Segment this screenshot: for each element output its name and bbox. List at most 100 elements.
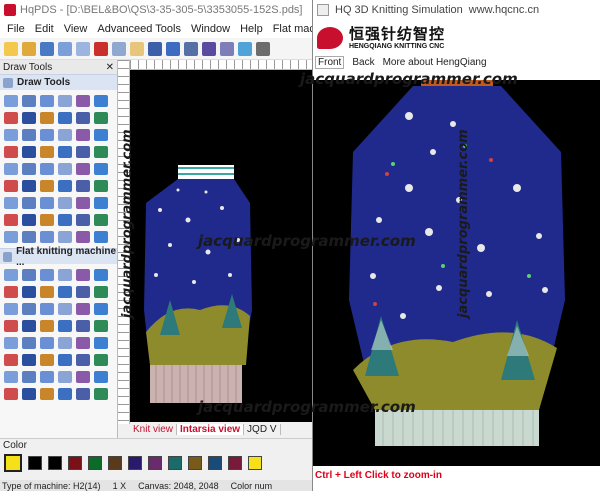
tool-button-icon[interactable] bbox=[76, 337, 90, 349]
tool-button-icon[interactable] bbox=[22, 163, 36, 175]
tool-button-icon[interactable] bbox=[76, 269, 90, 281]
tool-button-icon[interactable] bbox=[58, 197, 72, 209]
tool-button-icon[interactable] bbox=[4, 180, 18, 192]
color-swatch[interactable] bbox=[248, 456, 262, 470]
tool-button-icon[interactable] bbox=[22, 146, 36, 158]
tool-button-icon[interactable] bbox=[40, 231, 54, 243]
tool-button-icon[interactable] bbox=[76, 320, 90, 332]
tool-button-icon[interactable] bbox=[76, 303, 90, 315]
target-icon[interactable] bbox=[220, 41, 234, 56]
tool-button-icon[interactable] bbox=[22, 129, 36, 141]
tool-button-icon[interactable] bbox=[76, 197, 90, 209]
color-swatch[interactable] bbox=[68, 456, 82, 470]
flat-knitting-section-header[interactable]: Flat knitting machine ... bbox=[0, 246, 117, 268]
snowflake-icon[interactable] bbox=[238, 41, 252, 56]
tool-button-icon[interactable] bbox=[58, 286, 72, 298]
menu-window[interactable]: Window bbox=[186, 23, 235, 35]
tool-button-icon[interactable] bbox=[58, 269, 72, 281]
tool-button-icon[interactable] bbox=[94, 214, 108, 226]
tool-button-icon[interactable] bbox=[94, 269, 108, 281]
color-swatch[interactable] bbox=[48, 456, 62, 470]
tool-button-icon[interactable] bbox=[4, 286, 18, 298]
tool-button-icon[interactable] bbox=[76, 214, 90, 226]
tool-button-icon[interactable] bbox=[40, 269, 54, 281]
collapse-icon[interactable] bbox=[3, 77, 13, 88]
menu-file[interactable]: File bbox=[2, 23, 30, 35]
tool-button-icon[interactable] bbox=[4, 197, 18, 209]
tool-button-icon[interactable] bbox=[40, 286, 54, 298]
tool-button-icon[interactable] bbox=[94, 303, 108, 315]
tool-button-icon[interactable] bbox=[58, 371, 72, 383]
tool-button-icon[interactable] bbox=[40, 337, 54, 349]
tool-button-icon[interactable] bbox=[40, 197, 54, 209]
tool-button-icon[interactable] bbox=[76, 388, 90, 400]
new-file-icon[interactable] bbox=[4, 41, 18, 56]
menu-advanced-tools[interactable]: Advanceed Tools bbox=[92, 23, 186, 35]
tool-button-icon[interactable] bbox=[76, 231, 90, 243]
tool-button-icon[interactable] bbox=[22, 320, 36, 332]
pattern-icon[interactable] bbox=[184, 41, 198, 56]
tool-button-icon[interactable] bbox=[94, 286, 108, 298]
tool-button-icon[interactable] bbox=[4, 354, 18, 366]
tool-button-icon[interactable] bbox=[58, 95, 72, 107]
tool-button-icon[interactable] bbox=[94, 388, 108, 400]
tool-button-icon[interactable] bbox=[40, 320, 54, 332]
color-swatch[interactable] bbox=[208, 456, 222, 470]
tool-button-icon[interactable] bbox=[4, 146, 18, 158]
tool-button-icon[interactable] bbox=[22, 180, 36, 192]
tool-button-icon[interactable] bbox=[4, 214, 18, 226]
tool-button-icon[interactable] bbox=[22, 303, 36, 315]
tab-intarsia-view[interactable]: Intarsia view bbox=[177, 423, 245, 435]
color-swatch[interactable] bbox=[228, 456, 242, 470]
color-swatch[interactable] bbox=[88, 456, 102, 470]
grid-icon[interactable] bbox=[148, 41, 162, 56]
tool-button-icon[interactable] bbox=[40, 388, 54, 400]
tool-button-icon[interactable] bbox=[76, 112, 90, 124]
color-swatch[interactable] bbox=[28, 456, 42, 470]
tool-button-icon[interactable] bbox=[40, 303, 54, 315]
pencil-icon[interactable] bbox=[166, 41, 180, 56]
tool-button-icon[interactable] bbox=[4, 95, 18, 107]
redo-icon[interactable] bbox=[76, 41, 90, 56]
tool-button-icon[interactable] bbox=[76, 163, 90, 175]
tool-button-icon[interactable] bbox=[4, 303, 18, 315]
nav-front[interactable]: Front bbox=[315, 55, 345, 69]
tool-button-icon[interactable] bbox=[4, 269, 18, 281]
tool-button-icon[interactable] bbox=[22, 286, 36, 298]
tool-button-icon[interactable] bbox=[40, 214, 54, 226]
tool-button-icon[interactable] bbox=[40, 129, 54, 141]
tool-button-icon[interactable] bbox=[94, 337, 108, 349]
tool-button-icon[interactable] bbox=[94, 163, 108, 175]
tool-button-icon[interactable] bbox=[58, 163, 72, 175]
arch-icon[interactable] bbox=[202, 41, 216, 56]
tool-button-icon[interactable] bbox=[40, 112, 54, 124]
sleeve-design[interactable] bbox=[130, 70, 312, 422]
tool-button-icon[interactable] bbox=[22, 231, 36, 243]
tab-knit-view[interactable]: Knit view bbox=[130, 423, 178, 435]
tool-button-icon[interactable] bbox=[40, 95, 54, 107]
tool-button-icon[interactable] bbox=[58, 354, 72, 366]
tool-button-icon[interactable] bbox=[76, 180, 90, 192]
tool-button-icon[interactable] bbox=[58, 320, 72, 332]
settings-icon[interactable] bbox=[256, 41, 270, 56]
tool-button-icon[interactable] bbox=[22, 269, 36, 281]
color-swatch[interactable] bbox=[108, 456, 122, 470]
tool-button-icon[interactable] bbox=[76, 146, 90, 158]
tool-button-icon[interactable] bbox=[22, 388, 36, 400]
tool-button-icon[interactable] bbox=[58, 388, 72, 400]
color-swatch[interactable] bbox=[168, 456, 182, 470]
tool-button-icon[interactable] bbox=[22, 337, 36, 349]
tool-button-icon[interactable] bbox=[58, 337, 72, 349]
tool-button-icon[interactable] bbox=[76, 371, 90, 383]
tool-button-icon[interactable] bbox=[22, 95, 36, 107]
tool-button-icon[interactable] bbox=[76, 286, 90, 298]
design-canvas[interactable] bbox=[130, 70, 312, 422]
tool-button-icon[interactable] bbox=[94, 146, 108, 158]
tool-button-icon[interactable] bbox=[94, 354, 108, 366]
tool-button-icon[interactable] bbox=[94, 95, 108, 107]
tool-button-icon[interactable] bbox=[22, 354, 36, 366]
tool-button-icon[interactable] bbox=[94, 180, 108, 192]
tool-button-icon[interactable] bbox=[94, 112, 108, 124]
tool-button-icon[interactable] bbox=[58, 146, 72, 158]
nav-more-about[interactable]: More about HengQiang bbox=[383, 57, 487, 68]
